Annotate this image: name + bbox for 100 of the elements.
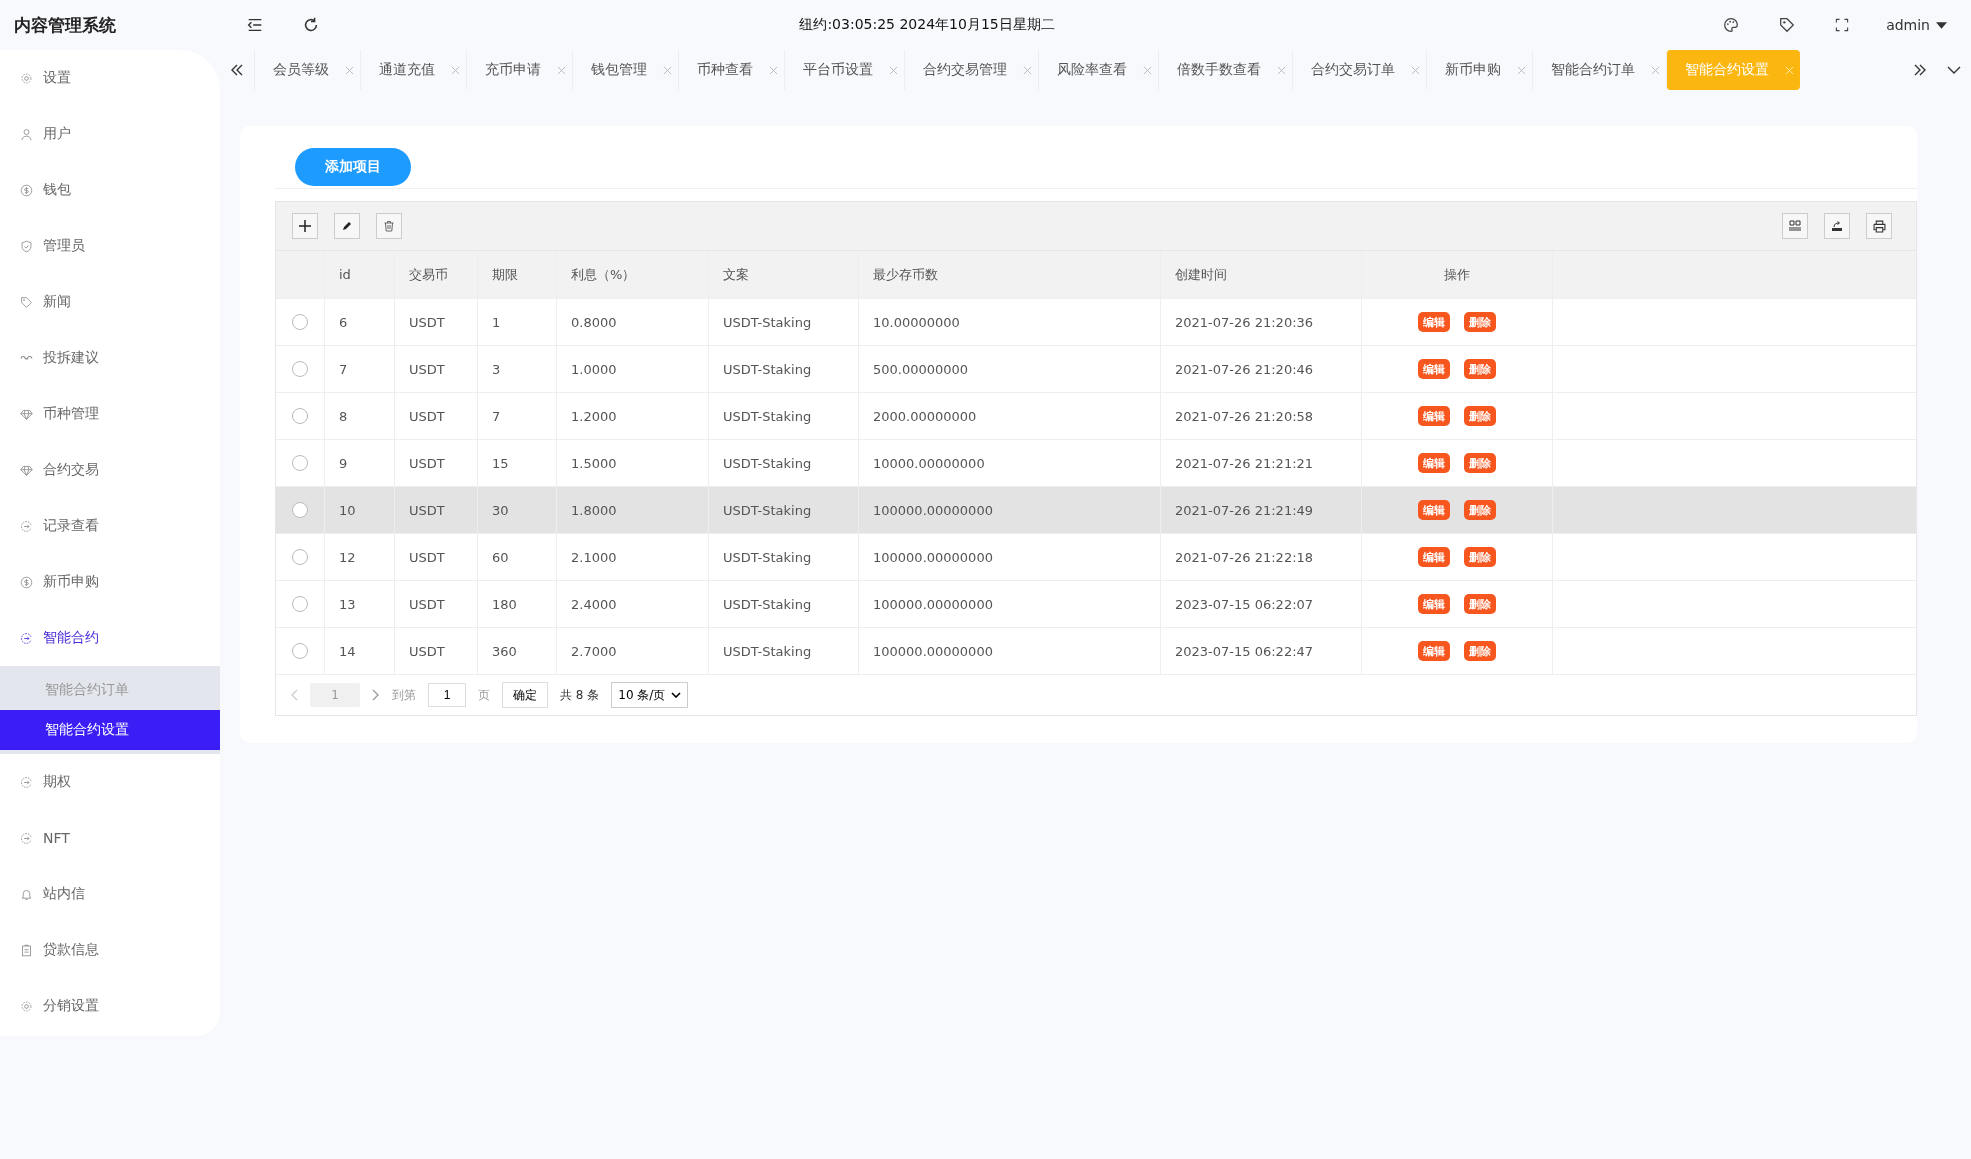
row-radio[interactable] [292,408,308,424]
sidebar-item[interactable]: 贷款信息 [0,922,220,978]
cycle-icon [20,631,33,645]
table-cell: 6 [325,299,395,345]
table-cell: 3 [478,346,557,392]
edit-button[interactable]: 编辑 [1418,547,1450,567]
table-cell: 9 [325,440,395,486]
user-menu[interactable]: admin [1886,17,1947,33]
table-cell: 30 [478,487,557,533]
tag-icon[interactable] [1778,16,1797,34]
edit-button[interactable] [334,213,360,239]
sidebar-item[interactable]: 管理员 [0,218,220,274]
export-icon [1831,220,1843,232]
delete-button[interactable]: 删除 [1464,406,1496,426]
delete-button[interactable] [376,213,402,239]
delete-button[interactable]: 删除 [1464,453,1496,473]
tab-label: 新币申购 [1445,61,1501,79]
edit-button[interactable]: 编辑 [1418,359,1450,379]
tab[interactable]: 新币申购 [1426,50,1532,90]
sidebar-item[interactable]: NFT [0,810,220,866]
delete-button[interactable]: 删除 [1464,312,1496,332]
table-cell: 2000.00000000 [859,393,1161,439]
sidebar-item[interactable]: 记录查看 [0,498,220,554]
row-radio[interactable] [292,314,308,330]
columns-button[interactable] [1782,213,1808,239]
tab[interactable]: 钱包管理 [572,50,678,90]
close-icon[interactable] [1651,65,1660,75]
tab[interactable]: 会员等级 [254,50,360,90]
edit-button[interactable]: 编辑 [1418,406,1450,426]
tab-label: 充币申请 [485,61,541,79]
table-cell: 2021-07-26 21:20:36 [1161,299,1362,345]
tab[interactable]: 充币申请 [466,50,572,90]
tab[interactable]: 通道充值 [360,50,466,90]
close-icon[interactable] [1517,65,1526,75]
tab-label: 币种查看 [697,61,753,79]
table-cell: 2021-07-26 21:21:49 [1161,487,1362,533]
table-cell: 360 [478,628,557,674]
close-icon[interactable] [345,65,354,75]
sidebar-item[interactable]: 合约交易 [0,442,220,498]
cycle-icon [20,519,33,533]
page-input[interactable]: 1 [428,683,466,707]
submenu-item[interactable]: 智能合约设置 [0,710,220,750]
edit-button[interactable]: 编辑 [1418,641,1450,661]
sidebar-item[interactable]: 投拆建议 [0,330,220,386]
tab[interactable]: 风险率查看 [1038,50,1158,90]
delete-button[interactable]: 删除 [1464,359,1496,379]
row-radio[interactable] [292,596,308,612]
sidebar-item[interactable]: 钱包 [0,162,220,218]
sidebar-item[interactable]: 币种管理 [0,386,220,442]
row-radio[interactable] [292,549,308,565]
sidebar-item[interactable]: 智能合约 [0,610,220,666]
sidebar-item[interactable]: 分销设置 [0,978,220,1034]
close-icon[interactable] [557,65,566,75]
delete-button[interactable]: 删除 [1464,641,1496,661]
row-radio[interactable] [292,455,308,471]
tab[interactable]: 币种查看 [678,50,784,90]
row-radio[interactable] [292,643,308,659]
chevron-left-icon[interactable] [290,689,298,701]
table-cell: 100000.00000000 [859,628,1161,674]
delete-button[interactable]: 删除 [1464,547,1496,567]
edit-button[interactable]: 编辑 [1418,594,1450,614]
sidebar-item[interactable]: 设置 [0,50,220,106]
tab[interactable]: 合约交易订单 [1292,50,1426,90]
close-icon[interactable] [889,65,898,75]
add-button[interactable] [292,213,318,239]
refresh-icon[interactable] [302,16,320,34]
row-radio[interactable] [292,502,308,518]
chevron-right-icon[interactable] [372,689,380,701]
close-icon[interactable] [1277,65,1286,75]
print-button[interactable] [1866,213,1892,239]
delete-button[interactable]: 删除 [1464,500,1496,520]
caret-icon [1936,21,1947,29]
fullscreen-icon[interactable] [1834,17,1851,33]
confirm-button[interactable]: 确定 [502,682,548,708]
tab[interactable]: 平台币设置 [784,50,904,90]
row-radio[interactable] [292,361,308,377]
export-button[interactable] [1824,213,1850,239]
edit-button[interactable]: 编辑 [1418,453,1450,473]
edit-button[interactable]: 编辑 [1418,312,1450,332]
table-cell: USDT-Staking [709,299,859,345]
sidebar-item[interactable]: 用户 [0,106,220,162]
palette-icon[interactable] [1722,16,1741,34]
page-size-select[interactable]: 10 条/页 [611,682,689,708]
close-icon[interactable] [1411,65,1420,75]
menu-icon[interactable] [246,16,264,34]
sidebar-item[interactable]: 新闻 [0,274,220,330]
delete-button[interactable]: 删除 [1464,594,1496,614]
close-icon[interactable] [451,65,460,75]
close-icon[interactable] [1143,65,1152,75]
close-icon[interactable] [663,65,672,75]
close-icon[interactable] [1023,65,1032,75]
sidebar-item[interactable]: 新币申购 [0,554,220,610]
close-icon[interactable] [769,65,778,75]
table-cell: 10 [325,487,395,533]
tab[interactable]: 合约交易管理 [904,50,1038,90]
table-cell: 10000.00000000 [859,440,1161,486]
edit-button[interactable]: 编辑 [1418,500,1450,520]
sidebar-item[interactable]: 站内信 [0,866,220,922]
sidebar-item[interactable]: 期权 [0,754,220,810]
tab[interactable]: 倍数手数查看 [1158,50,1292,90]
